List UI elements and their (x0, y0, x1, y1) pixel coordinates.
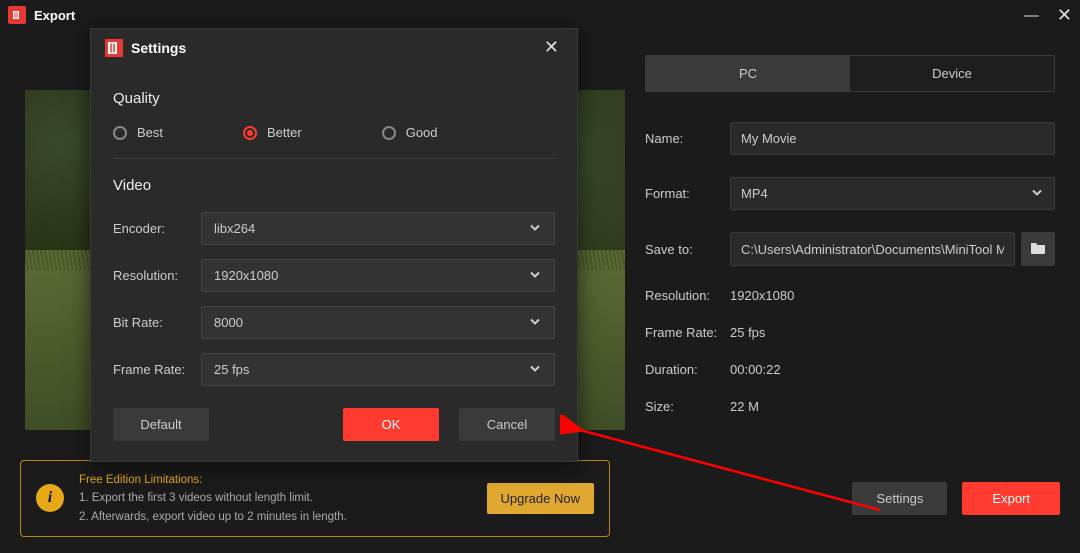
settings-dialog: Settings ✕ Quality Best Better Good (90, 28, 578, 462)
app-icon (105, 39, 123, 57)
export-panel: PC Device Name: Format: MP4 Save to: (645, 55, 1055, 436)
minimize-icon[interactable]: — (1024, 7, 1039, 24)
saveto-input[interactable] (730, 232, 1015, 266)
quality-heading: Quality (113, 90, 555, 107)
settings-button[interactable]: Settings (852, 482, 947, 515)
upgrade-button[interactable]: Upgrade Now (487, 483, 595, 514)
framerate-value: 25 fps (730, 325, 765, 340)
cancel-button[interactable]: Cancel (459, 408, 555, 441)
duration-label: Duration: (645, 362, 730, 377)
size-value: 22 M (730, 399, 759, 414)
quality-best-radio[interactable]: Best (113, 125, 163, 140)
limitations-line2: 2. Afterwards, export video up to 2 minu… (79, 508, 472, 526)
dialog-framerate-select[interactable]: 25 fps (201, 353, 555, 386)
encoder-select[interactable]: libx264 (201, 212, 555, 245)
window-title: Export (34, 8, 1024, 23)
chevron-down-icon (528, 361, 542, 378)
format-value: MP4 (741, 186, 768, 201)
quality-good-label: Good (406, 125, 438, 140)
tab-device[interactable]: Device (850, 56, 1054, 91)
radio-icon (382, 126, 396, 140)
saveto-label: Save to: (645, 242, 730, 257)
limitations-line1: 1. Export the first 3 videos without len… (79, 489, 472, 507)
dialog-resolution-select[interactable]: 1920x1080 (201, 259, 555, 292)
encoder-value: libx264 (214, 221, 255, 236)
dialog-framerate-value: 25 fps (214, 362, 249, 377)
limitations-box: i Free Edition Limitations: 1. Export th… (20, 460, 610, 537)
close-icon[interactable]: ✕ (1057, 5, 1072, 26)
format-select[interactable]: MP4 (730, 177, 1055, 210)
default-button[interactable]: Default (113, 408, 209, 441)
tab-pc[interactable]: PC (646, 56, 850, 91)
browse-button[interactable] (1021, 232, 1055, 266)
chevron-down-icon (528, 220, 542, 237)
folder-icon (1030, 241, 1046, 258)
encoder-label: Encoder: (113, 221, 201, 236)
dialog-resolution-value: 1920x1080 (214, 268, 278, 283)
dialog-title: Settings (131, 40, 540, 56)
format-label: Format: (645, 186, 730, 201)
name-input[interactable] (730, 122, 1055, 155)
quality-better-label: Better (267, 125, 302, 140)
resolution-value: 1920x1080 (730, 288, 794, 303)
limitations-title: Free Edition Limitations: (79, 471, 472, 489)
framerate-label: Frame Rate: (645, 325, 730, 340)
radio-icon (243, 126, 257, 140)
dialog-close-icon[interactable]: ✕ (540, 37, 563, 58)
export-tabs: PC Device (645, 55, 1055, 92)
ok-button[interactable]: OK (343, 408, 439, 441)
titlebar: Export — ✕ (0, 0, 1080, 30)
duration-value: 00:00:22 (730, 362, 781, 377)
chevron-down-icon (528, 314, 542, 331)
export-button[interactable]: Export (962, 482, 1060, 515)
app-icon (8, 6, 26, 24)
dialog-resolution-label: Resolution: (113, 268, 201, 283)
radio-icon (113, 126, 127, 140)
video-heading: Video (113, 177, 555, 194)
info-icon: i (36, 484, 64, 512)
bitrate-value: 8000 (214, 315, 243, 330)
quality-good-radio[interactable]: Good (382, 125, 438, 140)
quality-better-radio[interactable]: Better (243, 125, 302, 140)
resolution-label: Resolution: (645, 288, 730, 303)
chevron-down-icon (528, 267, 542, 284)
bitrate-label: Bit Rate: (113, 315, 201, 330)
size-label: Size: (645, 399, 730, 414)
bitrate-select[interactable]: 8000 (201, 306, 555, 339)
quality-best-label: Best (137, 125, 163, 140)
dialog-framerate-label: Frame Rate: (113, 362, 201, 377)
chevron-down-icon (1030, 185, 1044, 202)
name-label: Name: (645, 131, 730, 146)
